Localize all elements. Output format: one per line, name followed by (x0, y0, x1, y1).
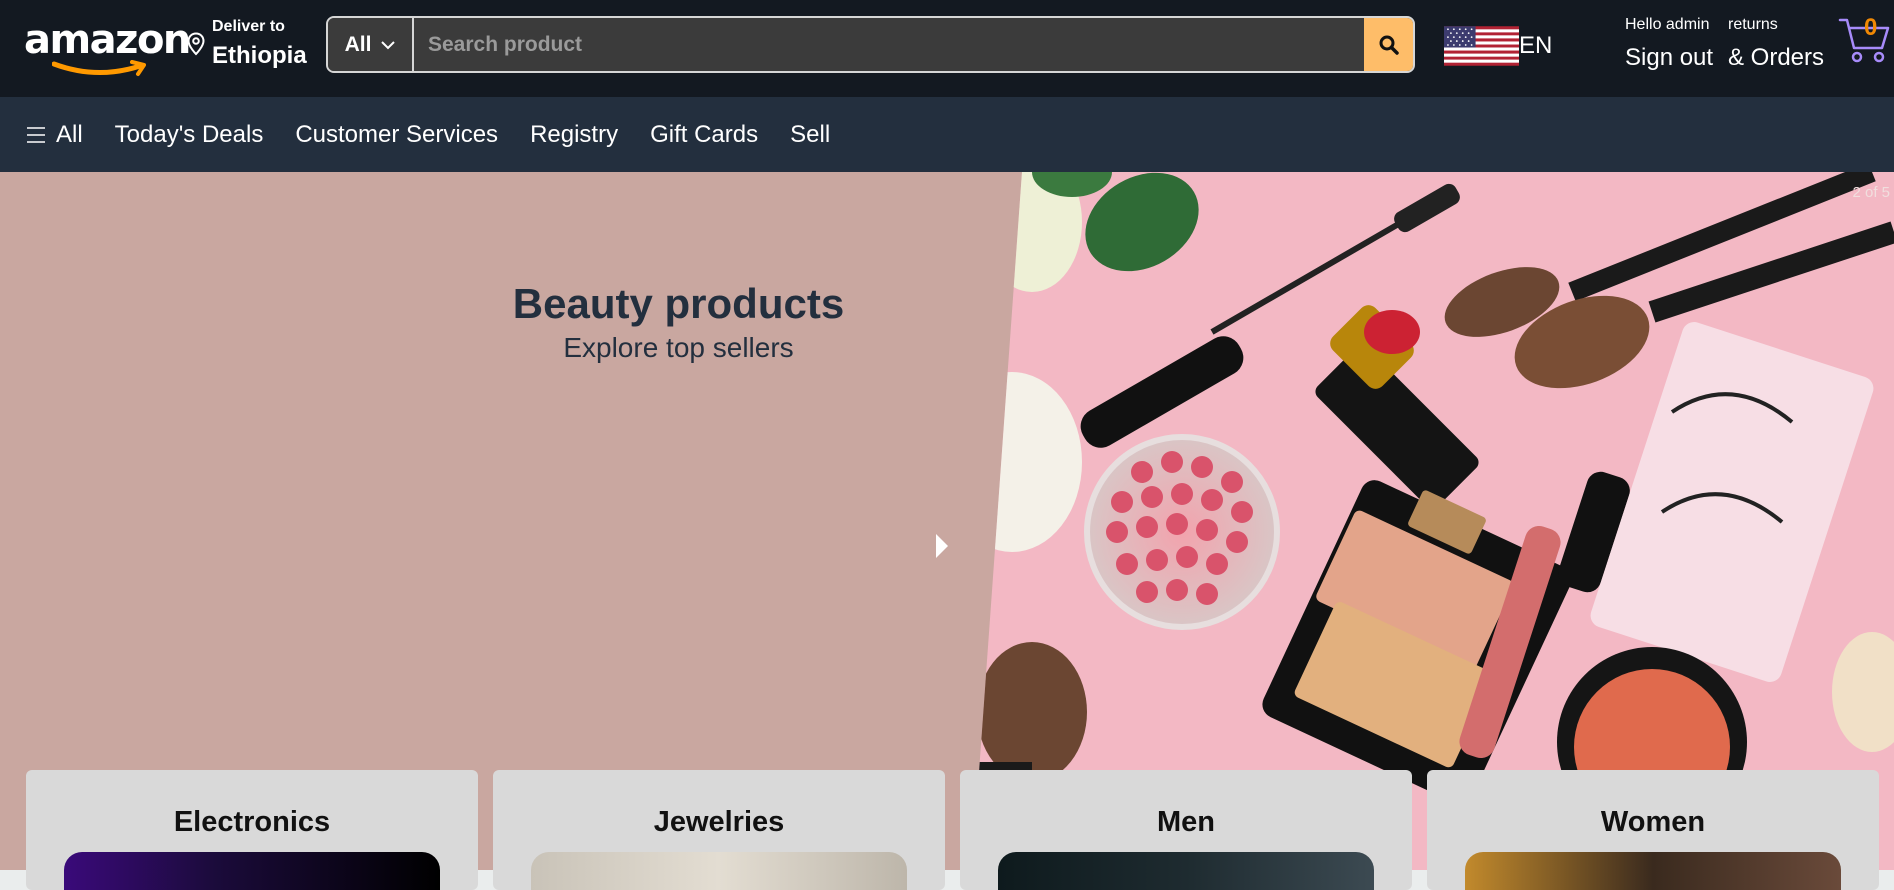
search-category-select[interactable]: All (328, 18, 414, 71)
returns-orders[interactable]: returns & Orders (1728, 16, 1824, 72)
carousel-counter: 2 of 5 (1852, 184, 1890, 201)
category-card-electronics[interactable]: Electronics (26, 770, 478, 890)
category-title: Jewelries (653, 806, 785, 838)
deliver-label: Deliver to (212, 18, 285, 35)
language-code: EN (1519, 32, 1553, 59)
category-title: Electronics (173, 806, 331, 838)
category-image (998, 852, 1374, 890)
category-image (1465, 852, 1841, 890)
subnav-item-customer-services[interactable]: Customer Services (295, 121, 498, 149)
account-menu[interactable]: Hello admin Sign out (1625, 16, 1713, 72)
subnav-item-registry[interactable]: Registry (530, 121, 618, 149)
returns-label: returns (1728, 16, 1778, 33)
logo-text: amazon (24, 17, 191, 63)
cart-button[interactable]: 0 (1838, 14, 1890, 66)
search-input[interactable] (414, 18, 1364, 71)
subnav-item-todays-deals[interactable]: Today's Deals (115, 121, 264, 149)
orders-label: & Orders (1728, 44, 1825, 71)
category-title: Men (1157, 806, 1215, 838)
language-selector[interactable]: EN (1444, 26, 1552, 66)
search-button[interactable] (1364, 18, 1413, 71)
search-icon (1379, 35, 1399, 55)
deliver-location: Ethiopia (212, 42, 307, 69)
search-category-value: All (344, 32, 372, 56)
hamburger-menu-icon (27, 126, 45, 143)
category-card-men[interactable]: Men (960, 770, 1412, 890)
category-title: Women (1600, 806, 1706, 838)
hero-carousel[interactable]: Beauty products Explore top sellers 2 of… (0, 172, 1894, 870)
subnav-label: All (56, 120, 83, 148)
sub-navbar: All Today's Deals Customer Services Regi… (0, 97, 1894, 172)
category-card-women[interactable]: Women (1427, 770, 1879, 890)
cart-count: 0 (1864, 14, 1878, 41)
makeup-products-image (972, 172, 1894, 870)
subnav-item-gift-cards[interactable]: Gift Cards (650, 121, 758, 149)
sign-out-link[interactable]: Sign out (1625, 44, 1713, 72)
top-navbar: amazon Deliver to Ethiopia All Search pr… (0, 0, 1894, 97)
chevron-down-icon (381, 40, 396, 49)
category-image (531, 852, 907, 890)
us-flag-icon (1444, 26, 1519, 66)
logo-smile-icon (52, 60, 146, 76)
search-bar: All (326, 16, 1415, 73)
category-image (64, 852, 440, 890)
subnav-item-all[interactable]: All (26, 121, 83, 149)
carousel-next-arrow-icon[interactable] (934, 532, 950, 560)
amazon-logo[interactable]: amazon (24, 18, 191, 76)
greeting-text: Hello admin (1625, 16, 1710, 33)
category-card-jewelries[interactable]: Jewelries (493, 770, 945, 890)
subnav-item-sell[interactable]: Sell (790, 121, 830, 149)
location-pin-icon (187, 32, 205, 56)
